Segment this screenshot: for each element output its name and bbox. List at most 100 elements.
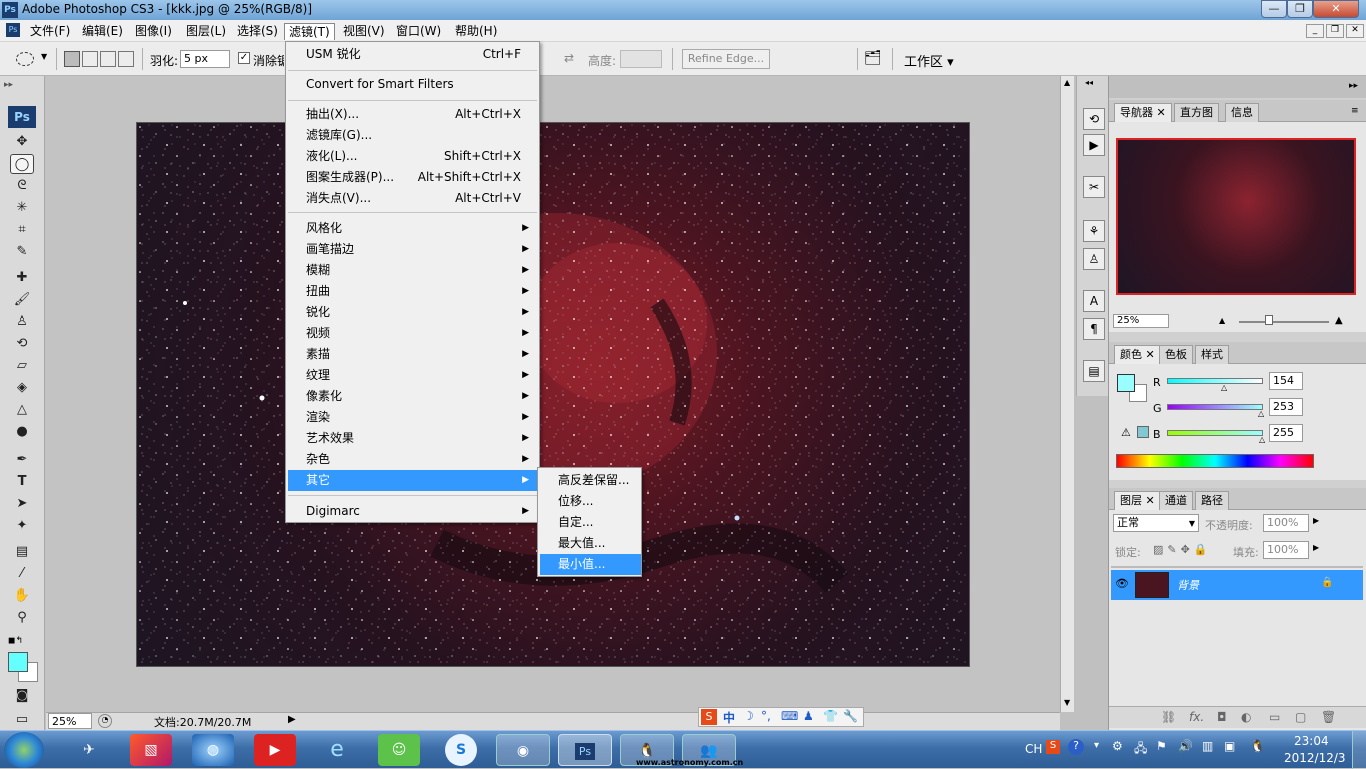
type-tool-icon[interactable]: T: [10, 472, 34, 492]
b-slider[interactable]: [1167, 430, 1263, 436]
collapse-icon[interactable]: ▸▸: [4, 80, 13, 90]
clone-stamp-tool-icon[interactable]: ♙: [10, 312, 34, 332]
collapse-dock-icon[interactable]: ▸▸: [1349, 81, 1358, 91]
close-button[interactable]: ✕: [1313, 0, 1359, 18]
menu-item-submenu[interactable]: 艺术效果 ▶: [288, 428, 537, 449]
language-indicator[interactable]: CH: [1025, 742, 1042, 756]
menu-item-submenu[interactable]: 渲染 ▶: [288, 407, 537, 428]
new-layer-icon[interactable]: ▢: [1295, 710, 1306, 724]
ps-logo-icon[interactable]: Ps: [8, 106, 36, 128]
navigator-zoom-input[interactable]: 25%: [1113, 314, 1169, 328]
scroll-up-icon[interactable]: ▲: [1064, 78, 1070, 87]
wrench-icon[interactable]: 🔧: [843, 709, 858, 723]
keyboard-icon[interactable]: ⌨: [781, 709, 798, 723]
g-slider[interactable]: [1167, 404, 1263, 410]
r-value-input[interactable]: 154: [1269, 372, 1303, 390]
chevron-down-icon[interactable]: ▼: [41, 52, 47, 61]
layer-name[interactable]: 背景: [1177, 577, 1199, 593]
workspace-dropdown[interactable]: 工作区 ▾: [904, 51, 954, 70]
menu-item-filter[interactable]: 滤镜库(G)...: [288, 125, 537, 146]
show-desktop-button[interactable]: [1352, 731, 1366, 769]
clock-time[interactable]: 23:04: [1294, 734, 1329, 748]
paragraph-panel-icon[interactable]: ¶: [1083, 318, 1105, 340]
status-menu-arrow-icon[interactable]: ▶: [288, 714, 296, 725]
submenu-item-other[interactable]: 最小值...: [540, 554, 641, 575]
volume-icon[interactable]: 🔊: [1178, 739, 1193, 753]
menu-item-filter[interactable]: 抽出(X)... Alt+Ctrl+X: [288, 104, 537, 125]
height-input[interactable]: [620, 50, 662, 68]
menu-item-filter[interactable]: 图案生成器(P)... Alt+Shift+Ctrl+X: [288, 167, 537, 188]
taskbar-pps-icon[interactable]: ☺: [378, 734, 420, 766]
eye-icon[interactable]: 👁: [1115, 577, 1129, 590]
menu-file[interactable]: 文件(F): [26, 23, 74, 40]
tool-presets-icon[interactable]: ✂: [1083, 176, 1105, 198]
maximize-button[interactable]: ❐: [1287, 0, 1313, 18]
lock-icons[interactable]: ▨✎✥🔒: [1153, 543, 1212, 556]
feather-input[interactable]: 5 px: [180, 50, 230, 68]
antialias-checkbox[interactable]: ✓: [238, 52, 250, 64]
b-value-input[interactable]: 255: [1269, 424, 1303, 442]
tab-layers[interactable]: 图层 ✕: [1114, 491, 1161, 510]
tray-qq-icon[interactable]: 🐧: [1250, 739, 1265, 753]
menu-item-submenu[interactable]: 杂色 ▶: [288, 449, 537, 470]
submenu-item-other[interactable]: 位移...: [540, 491, 641, 512]
document-icon[interactable]: Ps: [6, 23, 20, 37]
move-tool-icon[interactable]: ✥: [10, 132, 34, 152]
lasso-tool-icon[interactable]: ᘓ: [10, 176, 34, 196]
tray-monitor-icon[interactable]: ▣: [1224, 739, 1235, 753]
taskbar-chrome-icon[interactable]: ◉: [496, 734, 550, 766]
menu-item-digimarc[interactable]: Digimarc ▶: [288, 501, 537, 522]
tab-styles[interactable]: 样式: [1195, 345, 1229, 364]
adjustment-layer-icon[interactable]: ◐: [1241, 710, 1251, 724]
tray-sogou-icon[interactable]: S: [1046, 740, 1060, 754]
history-panel-icon[interactable]: ⟲: [1083, 108, 1105, 130]
brushes-panel-icon[interactable]: ⚘: [1083, 220, 1105, 242]
menu-item-filter[interactable]: 消失点(V)... Alt+Ctrl+V: [288, 188, 537, 209]
b-slider-thumb[interactable]: △: [1259, 435, 1265, 444]
action-center-icon[interactable]: ⚑: [1156, 739, 1167, 753]
doc-close-button[interactable]: ✕: [1346, 24, 1364, 38]
fx-icon[interactable]: fx.: [1189, 710, 1204, 724]
menu-layer[interactable]: 图层(L): [182, 23, 230, 40]
bridge-icon[interactable]: 🗂: [864, 50, 882, 66]
marquee-tool-icon[interactable]: ◯: [10, 154, 34, 174]
navigator-thumbnail[interactable]: [1116, 138, 1356, 295]
menu-item-submenu[interactable]: 画笔描边 ▶: [288, 239, 537, 260]
hand-tool-icon[interactable]: ✋: [10, 586, 34, 606]
menu-view[interactable]: 视图(V): [339, 23, 389, 40]
tab-histogram[interactable]: 直方图: [1174, 103, 1219, 122]
menu-window[interactable]: 窗口(W): [392, 23, 445, 40]
vertical-scrollbar[interactable]: ▲ ▼: [1060, 76, 1074, 712]
opacity-input[interactable]: 100%: [1263, 514, 1309, 532]
gamut-swatch[interactable]: [1137, 426, 1149, 438]
subtract-selection-icon[interactable]: [100, 51, 116, 67]
refine-edge-button[interactable]: Refine Edge...: [682, 49, 770, 69]
g-value-input[interactable]: 253: [1269, 398, 1303, 416]
selection-mode-buttons[interactable]: [64, 51, 134, 67]
doc-restore-button[interactable]: ❐: [1326, 24, 1344, 38]
menu-help[interactable]: 帮助(H): [451, 23, 501, 40]
status-options-icon[interactable]: ◔: [98, 714, 112, 728]
trash-icon[interactable]: 🗑: [1321, 710, 1336, 724]
zoom-slider-thumb[interactable]: [1265, 315, 1273, 325]
blur-tool-icon[interactable]: △: [10, 400, 34, 420]
clone-source-icon[interactable]: ♙: [1083, 248, 1105, 270]
blend-mode-select[interactable]: 正常 ▼: [1113, 514, 1199, 532]
zoom-tool-icon[interactable]: ⚲: [10, 608, 34, 628]
add-selection-icon[interactable]: [82, 51, 98, 67]
expand-panels-icon[interactable]: ◂◂: [1085, 78, 1093, 87]
menu-item-submenu[interactable]: 视频 ▶: [288, 323, 537, 344]
menu-item-submenu[interactable]: 扭曲 ▶: [288, 281, 537, 302]
character-panel-icon[interactable]: A: [1083, 290, 1105, 312]
fg-color-swatch[interactable]: [1117, 374, 1135, 392]
menu-edit[interactable]: 编辑(E): [78, 23, 127, 40]
tab-channels[interactable]: 通道: [1159, 491, 1193, 510]
start-button[interactable]: [4, 732, 44, 768]
tray-arrow-icon[interactable]: ▾: [1094, 740, 1099, 751]
menu-item-submenu[interactable]: 锐化 ▶: [288, 302, 537, 323]
ime-mode-label[interactable]: 中: [723, 709, 735, 726]
tab-paths[interactable]: 路径: [1195, 491, 1229, 510]
skin-icon[interactable]: 👕: [823, 709, 838, 723]
notes-tool-icon[interactable]: ▤: [10, 542, 34, 562]
ime-toolbar[interactable]: S 中 ☽ °, ⌨ ♟ 👕 🔧: [698, 707, 864, 727]
